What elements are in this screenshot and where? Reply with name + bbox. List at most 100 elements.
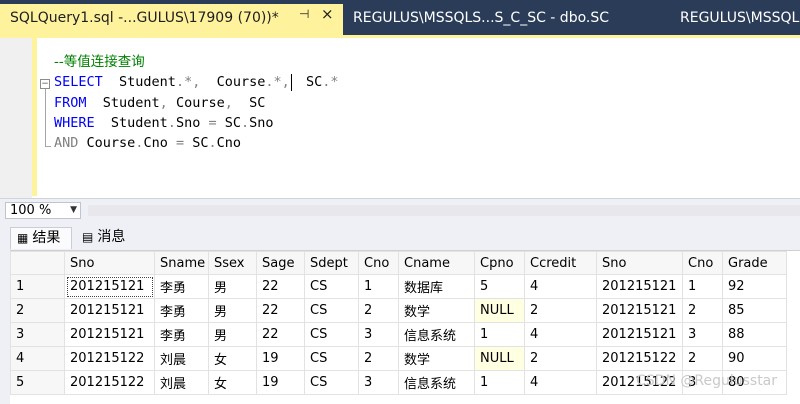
table-cell[interactable]: 201215122	[64, 346, 155, 371]
table-cell[interactable]: 2	[682, 298, 723, 323]
table-cell[interactable]: NULL	[474, 298, 525, 323]
table-cell[interactable]: 22	[256, 322, 305, 347]
table-cell[interactable]: 2	[524, 346, 597, 371]
tab-messages[interactable]: ▤ 消息	[78, 227, 125, 249]
table-row[interactable]: 1 201215121 李勇男 22 CS 1 数据库 5 4 201215121 1 92	[10, 274, 787, 299]
table-cell[interactable]: 19	[256, 370, 305, 395]
column-header[interactable]: Cpno	[474, 251, 525, 275]
table-cell[interactable]: 信息系统	[398, 370, 475, 395]
column-header[interactable]: Sname	[154, 251, 209, 275]
table-cell[interactable]: 201215121	[64, 298, 155, 323]
table-cell[interactable]: 1	[474, 370, 525, 395]
table-cell[interactable]: 4	[524, 370, 597, 395]
tab-mssqls[interactable]: REGULUS\MSSQLS	[670, 4, 800, 35]
table-cell[interactable]: 201215121	[64, 274, 155, 299]
table-cell[interactable]: CS	[304, 274, 359, 299]
table-cell[interactable]: 201215121	[596, 274, 683, 299]
column-header[interactable]: Grade	[722, 251, 787, 275]
code-line[interactable]: WHERE Student.Sno = SC.Sno	[54, 113, 339, 133]
row-number[interactable]: 3	[10, 322, 65, 347]
sql-token: SC	[289, 74, 323, 91]
code-line[interactable]: AND Course.Cno = SC.Cno	[54, 133, 339, 153]
tab-sqlquery1[interactable]: SQLQuery1.sql -...GULUS\17909 (70))*	[0, 4, 343, 35]
table-cell[interactable]: 92	[722, 274, 787, 299]
table-cell[interactable]: 19	[256, 346, 305, 371]
table-row[interactable]: 4 201215122 刘晨女 19 CS 2 数学 NULL 2 201215122 2 90	[10, 346, 787, 371]
table-cell[interactable]: 3	[358, 370, 399, 395]
table-cell[interactable]: 201215121	[596, 322, 683, 347]
table-cell[interactable]: 22	[256, 298, 305, 323]
table-row[interactable]: 3 201215121 李勇男 22 CS 3 信息系统 1 4 201215121 3 88	[10, 322, 787, 347]
table-cell[interactable]: 201215122	[596, 346, 683, 371]
table-cell[interactable]: 3	[682, 322, 723, 347]
table-cell[interactable]: 数学	[398, 298, 475, 323]
column-header[interactable]: Cno	[358, 251, 399, 275]
table-cell[interactable]: 22	[256, 274, 305, 299]
table-cell[interactable]: 4	[524, 274, 597, 299]
table-cell[interactable]: CS	[304, 346, 359, 371]
row-number[interactable]: 1	[10, 274, 65, 299]
table-cell[interactable]: 男	[208, 274, 257, 299]
table-cell[interactable]: 4	[524, 322, 597, 347]
table-cell[interactable]: 李勇	[154, 322, 209, 347]
code-line[interactable]: FROM Student, Course, SC	[54, 93, 339, 113]
tab-label: REGULUS\MSSQLS	[680, 10, 800, 26]
table-cell[interactable]: 李勇	[154, 298, 209, 323]
row-number[interactable]: 4	[10, 346, 65, 371]
query-editor[interactable]: − --等值连接查询 SELECT Student.*, Course.*, SC…	[0, 38, 800, 198]
sql-token: Course	[167, 94, 225, 111]
column-header[interactable]: Ccredit	[524, 251, 597, 275]
table-cell[interactable]: 3	[358, 322, 399, 347]
table-cell[interactable]: 刘晨	[154, 370, 209, 395]
table-cell[interactable]: 201215122	[64, 370, 155, 395]
row-number[interactable]: 2	[10, 298, 65, 323]
table-cell[interactable]: 女	[208, 370, 257, 395]
chevron-down-icon[interactable]: ▼	[70, 203, 77, 218]
column-header[interactable]: Sdept	[304, 251, 359, 275]
table-cell[interactable]: 1	[358, 274, 399, 299]
table-cell[interactable]: 信息系统	[398, 322, 475, 347]
row-number[interactable]: 5	[10, 370, 65, 395]
table-cell[interactable]: NULL	[474, 346, 525, 371]
table-cell[interactable]: 88	[722, 322, 787, 347]
code-line[interactable]: SELECT Student.*, Course.*, SC.*	[54, 72, 339, 92]
table-cell[interactable]: 刘晨	[154, 346, 209, 371]
table-cell[interactable]: 男	[208, 322, 257, 347]
column-header[interactable]: Sno	[596, 251, 683, 275]
tab-results[interactable]: ▦ 结果	[10, 227, 72, 249]
table-cell[interactable]: 85	[722, 298, 787, 323]
table-cell[interactable]: 1	[682, 274, 723, 299]
row-number-header[interactable]	[10, 251, 65, 275]
table-row[interactable]: 2 201215121 李勇男 22 CS 2 数学 NULL 2 201215121 2 85	[10, 298, 787, 323]
column-header[interactable]: Cname	[398, 251, 475, 275]
tab-sc-table[interactable]: REGULUS\MSSQLS...S_C_SC - dbo.SC	[343, 4, 663, 35]
table-cell[interactable]: 数据库	[398, 274, 475, 299]
table-cell[interactable]: CS	[304, 322, 359, 347]
table-cell[interactable]: CS	[304, 298, 359, 323]
pin-icon[interactable]: ⊣	[299, 7, 309, 21]
code-area[interactable]: --等值连接查询 SELECT Student.*, Course.*, SC.*…	[54, 52, 339, 153]
table-cell[interactable]: 1	[474, 322, 525, 347]
table-cell[interactable]: 201215121	[596, 298, 683, 323]
table-cell[interactable]: 李勇	[154, 274, 209, 299]
horizontal-scrollbar[interactable]	[88, 205, 800, 216]
table-cell[interactable]: 201215121	[64, 322, 155, 347]
table-cell[interactable]: 2	[358, 298, 399, 323]
table-cell[interactable]: 男	[208, 298, 257, 323]
table-cell[interactable]: 数学	[398, 346, 475, 371]
table-cell[interactable]: 90	[722, 346, 787, 371]
table-cell[interactable]: CS	[304, 370, 359, 395]
close-icon[interactable]: ×	[321, 5, 334, 23]
code-line[interactable]: --等值连接查询	[54, 52, 339, 72]
collapse-icon[interactable]: −	[40, 79, 50, 89]
table-cell[interactable]: 2	[524, 298, 597, 323]
column-header[interactable]: Sno	[64, 251, 155, 275]
table-cell[interactable]: 女	[208, 346, 257, 371]
column-header[interactable]: Cno	[682, 251, 723, 275]
table-cell[interactable]: 2	[358, 346, 399, 371]
table-cell[interactable]: 2	[682, 346, 723, 371]
column-header[interactable]: Ssex	[208, 251, 257, 275]
zoom-select[interactable]: 100 % ▼	[5, 202, 81, 219]
table-cell[interactable]: 5	[474, 274, 525, 299]
column-header[interactable]: Sage	[256, 251, 305, 275]
